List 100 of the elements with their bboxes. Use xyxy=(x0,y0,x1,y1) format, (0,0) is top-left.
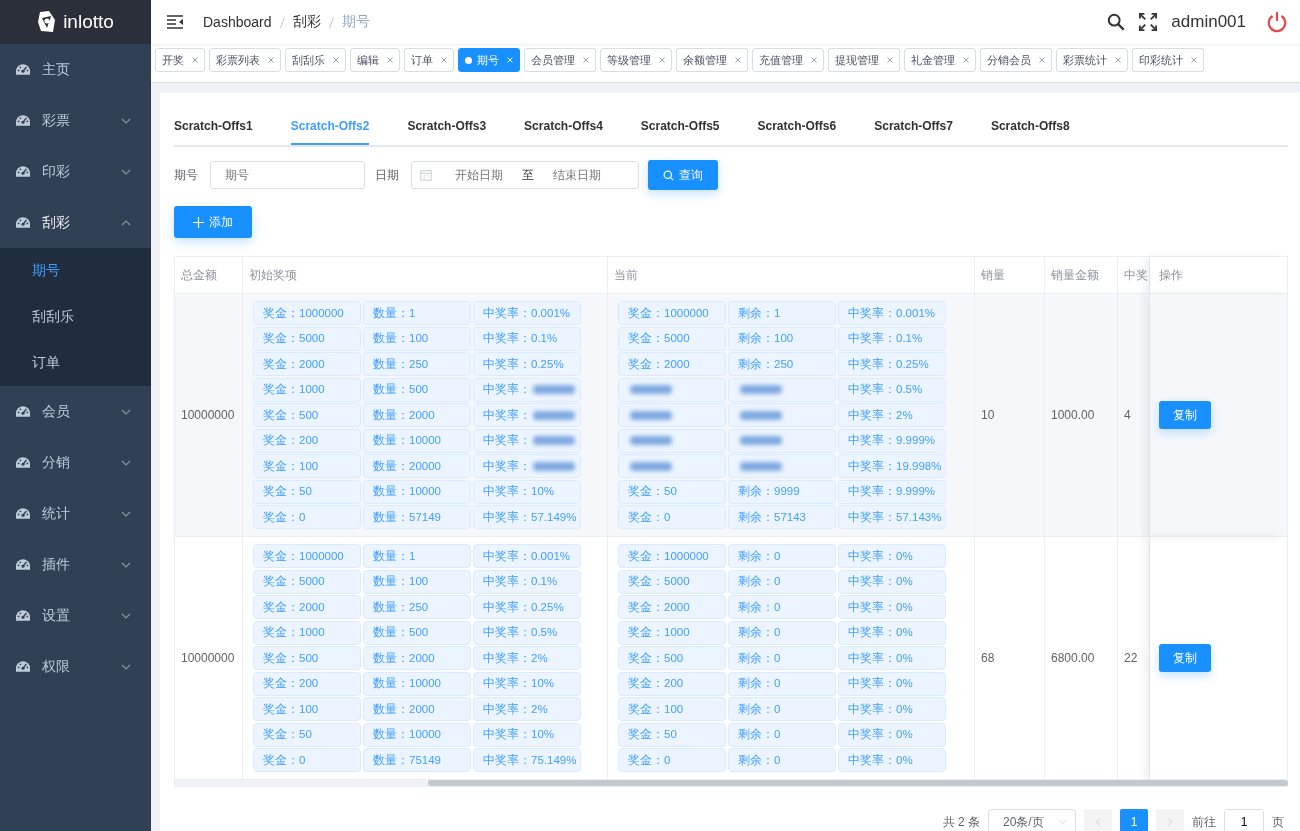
prize-tag: 剩余：250 xyxy=(728,352,836,376)
prize-tag: 中奖率：0.5% xyxy=(838,377,946,402)
prize-tag: 中奖率：9.999% xyxy=(838,428,946,453)
power-icon[interactable] xyxy=(1266,11,1288,33)
prize-tag: 剩余：0 xyxy=(728,671,836,696)
close-icon[interactable] xyxy=(441,57,447,63)
chevron-right-icon xyxy=(1166,818,1174,826)
breadcrumb-item[interactable]: Dashboard xyxy=(203,14,272,30)
view-tag[interactable]: 订单 xyxy=(404,48,454,72)
close-icon[interactable] xyxy=(735,57,741,63)
prize-tag: 数量：100 xyxy=(363,326,471,351)
close-icon[interactable] xyxy=(268,57,274,63)
prize-tag: 剩余：0 xyxy=(728,646,836,670)
search-icon[interactable] xyxy=(1107,13,1126,31)
chevron-icon xyxy=(121,219,131,226)
close-icon[interactable] xyxy=(1039,57,1045,63)
prize-tag: 数量：250 xyxy=(363,595,471,619)
total-count: 共 2 条 xyxy=(942,813,980,831)
sidebar-item[interactable]: 权限 xyxy=(0,641,151,692)
prize-tag: 奖金：1000000 xyxy=(618,301,726,325)
close-icon[interactable] xyxy=(192,57,198,63)
prize-tag: 中奖率：9.999% xyxy=(838,479,946,504)
page-size-select[interactable]: 20条/页 xyxy=(988,809,1076,831)
prize-tag: 剩余：100 xyxy=(728,326,836,351)
prize-tag: 剩余：0 xyxy=(728,595,836,619)
prize-tag: 剩余：1 xyxy=(728,301,836,325)
close-icon[interactable] xyxy=(887,57,893,63)
table-cell: 10000000 xyxy=(181,408,235,422)
view-tag[interactable]: 礼金管理 xyxy=(904,48,976,72)
prize-tag: 中奖率：2% xyxy=(838,403,946,427)
close-icon[interactable] xyxy=(811,57,817,63)
logo-icon xyxy=(37,10,58,34)
prize-tag: 中奖率：0% xyxy=(838,620,946,645)
tab[interactable]: Scratch-Offs3 xyxy=(407,107,506,145)
view-tag[interactable]: 会员管理 xyxy=(524,48,596,72)
username[interactable]: admin001 xyxy=(1171,12,1246,32)
prize-tag: 中奖率： xyxy=(473,428,581,453)
tab[interactable]: Scratch-Offs1 xyxy=(174,107,272,145)
view-tag[interactable]: 分销会员 xyxy=(980,48,1052,72)
fullscreen-icon[interactable] xyxy=(1139,13,1158,31)
table-cell: 22 xyxy=(1124,651,1138,665)
view-tag[interactable]: 彩票统计 xyxy=(1056,48,1128,72)
prize-tag: 奖金：0 xyxy=(618,748,726,772)
date-range-field[interactable]: 开始日期 至 结束日期 xyxy=(411,161,639,189)
prize-tag: 剩余：0 xyxy=(728,748,836,772)
close-icon[interactable] xyxy=(583,57,589,63)
tab[interactable]: Scratch-Offs7 xyxy=(874,107,972,145)
prize-tag: 剩余：0 xyxy=(728,620,836,645)
close-icon[interactable] xyxy=(1191,57,1197,63)
prize-tag: 中奖率：0.001% xyxy=(473,301,581,325)
tab[interactable]: Scratch-Offs8 xyxy=(990,107,1089,145)
view-tag[interactable]: 印彩统计 xyxy=(1132,48,1204,72)
sidebar-item[interactable]: 分销 xyxy=(0,437,151,488)
breadcrumb-item[interactable]: 刮彩 xyxy=(292,13,321,31)
prize-tag: 奖金：5000 xyxy=(618,569,726,594)
tab[interactable]: Scratch-Offs5 xyxy=(640,107,739,145)
calendar-icon xyxy=(420,169,432,181)
sidebar-item[interactable]: 插件 xyxy=(0,539,151,590)
sidebar-item[interactable]: 印彩 xyxy=(0,146,151,197)
caret-icon xyxy=(1059,818,1067,826)
tab[interactable]: Scratch-Offs4 xyxy=(524,107,622,145)
tab[interactable]: Scratch-Offs6 xyxy=(757,107,856,145)
prize-tag: 中奖率：0.001% xyxy=(473,544,581,568)
prize-tag: 奖金：5000 xyxy=(618,326,726,351)
sidebar-item[interactable]: 主页 xyxy=(0,44,151,95)
sidebar-subitem[interactable]: 刮刮乐 xyxy=(0,294,151,340)
prize-tag: 奖金：1000000 xyxy=(253,544,361,568)
menu-icon[interactable] xyxy=(167,15,183,29)
sidebar-item[interactable]: 刮彩 xyxy=(0,197,151,248)
prize-tag: 中奖率： xyxy=(473,377,581,402)
close-icon[interactable] xyxy=(963,57,969,63)
sidebar-item[interactable]: 设置 xyxy=(0,590,151,641)
sidebar-subitem[interactable]: 期号 xyxy=(0,248,151,294)
view-tag[interactable]: 编辑 xyxy=(350,48,400,72)
close-icon[interactable] xyxy=(1115,57,1121,63)
close-icon[interactable] xyxy=(659,57,665,63)
scrollbar-thumb[interactable] xyxy=(428,780,1288,786)
chevron-icon xyxy=(121,459,131,466)
prize-tag: 奖金：200 xyxy=(253,671,361,696)
goto-page-field[interactable]: 1 xyxy=(1224,809,1264,831)
view-tag[interactable]: 开奖 xyxy=(155,48,205,72)
sidebar-item[interactable]: 会员 xyxy=(0,386,151,437)
prize-tag: 奖金：100 xyxy=(618,697,726,721)
sidebar-subitem[interactable]: 订单 xyxy=(0,340,151,386)
view-tag[interactable]: 刮刮乐 xyxy=(285,48,346,72)
prize-tag: 奖金：0 xyxy=(618,505,726,529)
prize-tag: 中奖率：0.5% xyxy=(473,620,581,645)
close-icon[interactable] xyxy=(387,57,393,63)
sidebar-item[interactable]: 统计 xyxy=(0,488,151,539)
view-tag[interactable]: 充值管理 xyxy=(752,48,824,72)
prize-tag: 数量：250 xyxy=(363,352,471,376)
view-tag[interactable]: 余额管理 xyxy=(676,48,748,72)
goto-suffix: 页 xyxy=(1272,813,1284,831)
view-tag[interactable]: 彩票列表 xyxy=(209,48,281,72)
close-icon[interactable] xyxy=(333,57,339,63)
view-tag[interactable]: 等级管理 xyxy=(600,48,672,72)
view-tag[interactable]: 提现管理 xyxy=(828,48,900,72)
prize-tag: 剩余：0 xyxy=(728,569,836,594)
sidebar-item[interactable]: 彩票 xyxy=(0,95,151,146)
issue-field[interactable]: 期号 xyxy=(210,161,365,189)
